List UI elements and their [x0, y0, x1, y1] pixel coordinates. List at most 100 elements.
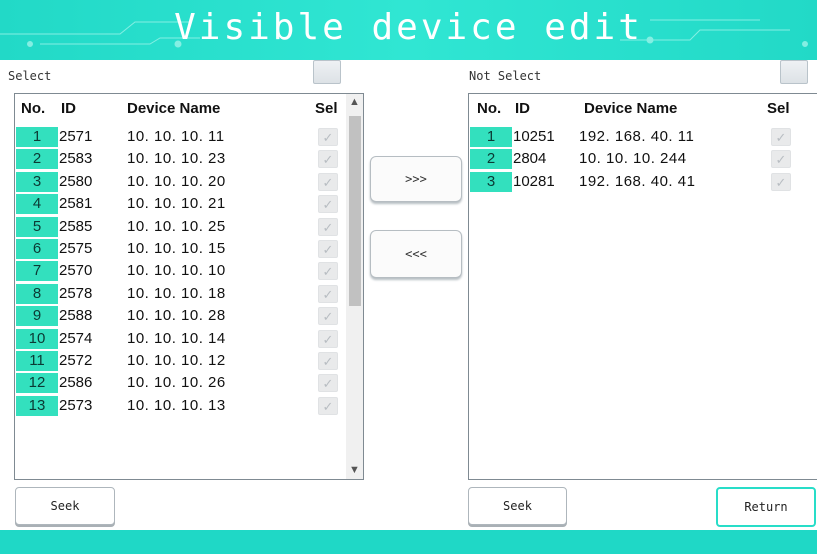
checkmark-icon[interactable]: ✓	[771, 150, 791, 169]
row-number: 8	[16, 283, 58, 304]
table-row[interactable]: 1 2571 10. 10. 10. 11 ✓	[15, 125, 363, 147]
column-id: ID	[515, 100, 530, 117]
select-all-checkbox-left[interactable]	[313, 60, 341, 84]
table-row[interactable]: 6 2575 10. 10. 10. 15 ✓	[15, 237, 363, 259]
chevron-down-icon[interactable]: ▼	[346, 462, 363, 479]
row-number: 1	[16, 127, 58, 147]
device-id: 2574	[59, 329, 93, 347]
seek-button-right[interactable]: Seek	[468, 487, 567, 525]
table-row[interactable]: 5 2585 10. 10. 10. 25 ✓	[15, 215, 363, 237]
device-id: 10281	[513, 172, 555, 190]
device-name: 10. 10. 10. 12	[127, 351, 226, 369]
row-number: 3	[16, 171, 58, 192]
device-id: 2580	[59, 172, 93, 190]
checkmark-icon[interactable]: ✓	[771, 128, 791, 146]
table-row[interactable]: 12 2586 10. 10. 10. 26 ✓	[15, 371, 363, 394]
checkmark-icon[interactable]: ✓	[318, 374, 338, 393]
selected-devices-list: No. ID Device Name Sel 1 2 5 7 1 10. 10. 10. …	[14, 93, 364, 480]
device-id: 2570	[59, 262, 93, 280]
checkmark-icon[interactable]: ✓	[318, 307, 338, 326]
row-number: 7	[16, 261, 58, 282]
checkmark-icon[interactable]: ✓	[318, 396, 338, 415]
device-id: 2583	[59, 150, 93, 168]
checkmark-icon[interactable]: ✓	[318, 150, 338, 169]
checkmark-icon[interactable]: ✓	[318, 172, 338, 191]
column-no: No.	[21, 100, 46, 117]
device-name: 10. 10. 10. 28	[127, 307, 226, 325]
table-row[interactable]: 7 2570 10. 10. 10. 10 ✓	[15, 259, 363, 282]
device-name: 10. 10. 10. 23	[127, 150, 226, 168]
device-name: 10. 10. 10. 25	[127, 217, 226, 235]
row-number: 13	[16, 395, 58, 416]
device-id: 2575	[59, 239, 93, 257]
table-row[interactable]: 3 10281 192. 168. 40. 41 ✓	[469, 170, 817, 192]
column-sel: Sel	[315, 100, 338, 117]
seek-button-left[interactable]: Seek	[15, 487, 115, 525]
move-to-not-selected-button[interactable]: >>>	[370, 156, 462, 202]
table-row[interactable]: 9 2588 10. 10. 10. 28 ✓	[15, 304, 363, 327]
table-row[interactable]: 8 2578 10. 10. 10. 18 ✓	[15, 282, 363, 304]
checkmark-icon[interactable]: ✓	[318, 195, 338, 214]
device-id: 10251	[513, 128, 555, 145]
device-id: 2581	[59, 195, 93, 213]
row-number: 5	[16, 216, 58, 237]
device-name: 10. 10. 10. 20	[127, 172, 226, 190]
table-row[interactable]: 2 2583 10. 10. 10. 23 ✓	[15, 147, 363, 170]
device-name: 10. 10. 10. 13	[127, 396, 226, 414]
not-select-section-label: Not Select	[469, 69, 542, 83]
row-number: 4	[16, 194, 58, 215]
device-name: 10. 10. 10. 11	[127, 128, 225, 145]
row-number: 6	[16, 238, 58, 259]
checkmark-icon[interactable]: ✓	[318, 329, 338, 348]
row-number: 11	[16, 350, 58, 371]
table-row[interactable]: 4 2581 10. 10. 10. 21 ✓	[15, 192, 363, 215]
bottom-bar	[0, 530, 817, 554]
checkmark-icon[interactable]: ✓	[318, 128, 338, 146]
row-number: 2	[16, 149, 58, 170]
device-id: 2585	[59, 217, 93, 235]
device-id: 2804	[513, 150, 547, 168]
select-section-label: Select	[8, 69, 52, 83]
device-id: 2573	[59, 396, 93, 414]
column-device-name: Device Name	[127, 100, 221, 117]
chevron-up-icon[interactable]: ▲	[346, 94, 363, 111]
column-id: ID	[61, 100, 76, 117]
column-no: No.	[477, 100, 502, 117]
return-button[interactable]: Return	[716, 487, 816, 527]
checkmark-icon[interactable]: ✓	[318, 262, 338, 281]
device-id: 2588	[59, 307, 93, 325]
device-id: 2572	[59, 351, 93, 369]
checkmark-icon[interactable]: ✓	[318, 239, 338, 258]
row-number: 12	[16, 373, 58, 394]
device-name: 192. 168. 40. 41	[579, 172, 696, 190]
table-row[interactable]: 1 10251 192. 168. 40. 11 ✓	[469, 125, 817, 147]
select-all-checkbox-right[interactable]	[780, 60, 808, 84]
table-row[interactable]: 2 2804 10. 10. 10. 244 ✓	[469, 147, 817, 170]
table-row[interactable]: 11 2572 10. 10. 10. 12 ✓	[15, 349, 363, 371]
device-name: 192. 168. 40. 11	[579, 128, 695, 145]
device-name: 10. 10. 10. 21	[127, 195, 226, 213]
vertical-scrollbar[interactable]: ▲ ▼	[346, 94, 363, 479]
page-title: Visible device edit	[174, 7, 643, 48]
device-id: 2586	[59, 374, 93, 392]
checkmark-icon[interactable]: ✓	[771, 172, 791, 191]
checkmark-icon[interactable]: ✓	[318, 284, 338, 303]
checkmark-icon[interactable]: ✓	[318, 351, 338, 370]
device-name: 10. 10. 10. 14	[127, 329, 226, 347]
column-sel: Sel	[767, 100, 790, 117]
row-number: 3	[470, 171, 512, 192]
device-name: 10. 10. 10. 26	[127, 374, 226, 392]
right-rows: 1 10251 192. 168. 40. 11 ✓ 2 2804 10. 10. 10. …	[469, 125, 817, 192]
table-row[interactable]: 13 2573 10. 10. 10. 13 ✓	[15, 394, 363, 416]
table-row[interactable]: 3 2580 10. 10. 10. 20 ✓	[15, 170, 363, 192]
row-number: 2	[470, 149, 512, 170]
list-header: No. ID Device Name Sel	[15, 94, 363, 122]
column-device-name: Device Name	[584, 100, 678, 117]
scrollbar-thumb[interactable]	[349, 116, 361, 306]
device-name: 10. 10. 10. 18	[127, 284, 226, 302]
move-to-selected-button[interactable]: <<<	[370, 230, 462, 278]
device-name: 10. 10. 10. 10	[127, 262, 226, 280]
checkmark-icon[interactable]: ✓	[318, 217, 338, 236]
table-row[interactable]: 10 2574 10. 10. 10. 14 ✓	[15, 327, 363, 349]
not-selected-devices-list: No. ID Device Name Sel 1 10251 192. 168. 4…	[468, 93, 817, 480]
